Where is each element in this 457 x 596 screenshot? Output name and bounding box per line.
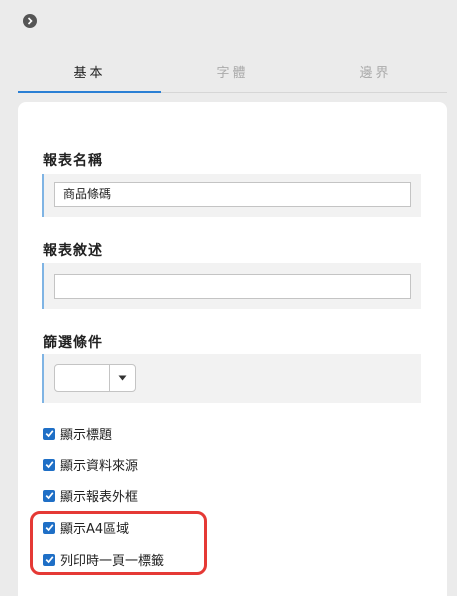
filter-box (42, 354, 421, 403)
collapse-panel-icon[interactable] (23, 14, 37, 28)
highlight-annotation (30, 511, 207, 575)
report-desc-label: 報表敘述 (43, 243, 103, 259)
caret-down-icon[interactable] (109, 365, 135, 391)
checkbox-show-title[interactable]: 顯示標題 (43, 424, 112, 443)
report-desc-input[interactable] (54, 274, 411, 299)
report-name-label: 報表名稱 (43, 153, 103, 169)
checkbox-label: 顯示資料來源 (60, 459, 139, 474)
filter-select[interactable] (54, 364, 136, 392)
report-name-box: 商品條碼 (42, 174, 421, 217)
checkbox-label: 顯示報表外框 (60, 490, 139, 505)
tab-bar: 基本 字體 邊界 (18, 60, 447, 93)
checkbox-show-border[interactable]: 顯示報表外框 (43, 486, 138, 505)
report-name-input[interactable]: 商品條碼 (54, 182, 411, 207)
tab-basic[interactable]: 基本 (18, 60, 161, 93)
report-desc-box (42, 263, 421, 309)
checkbox-label: 顯示標題 (60, 428, 113, 443)
checkmark-icon[interactable] (43, 489, 55, 502)
tab-margin[interactable]: 邊界 (304, 60, 447, 92)
checkbox-show-source[interactable]: 顯示資料來源 (43, 455, 138, 474)
tab-font[interactable]: 字體 (161, 60, 304, 92)
checkmark-icon[interactable] (43, 458, 55, 471)
filter-label: 篩選條件 (43, 335, 103, 351)
checkmark-icon[interactable] (43, 427, 55, 440)
